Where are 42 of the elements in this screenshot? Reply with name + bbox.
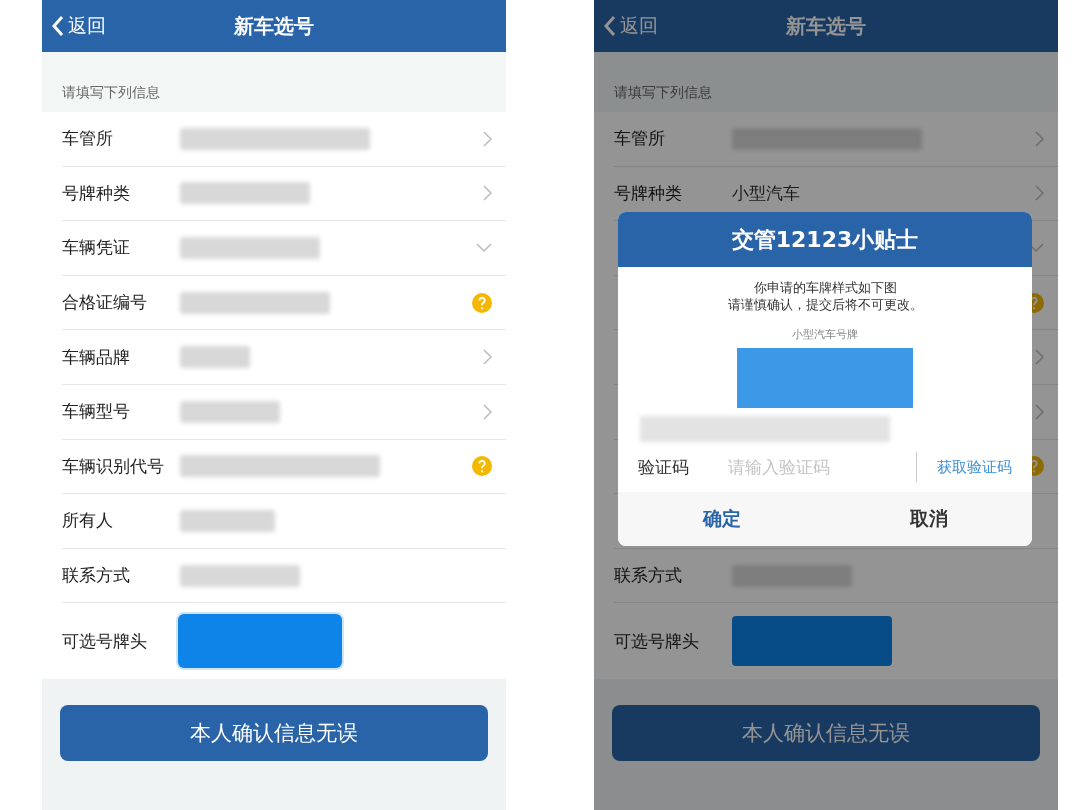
chevron-right-icon <box>1035 130 1044 147</box>
field-label: 可选号牌头 <box>614 629 700 653</box>
field-label: 合格证编号 <box>62 291 148 315</box>
field-label: 可选号牌头 <box>62 629 148 653</box>
field-label: 车管所 <box>62 127 114 151</box>
chevron-right-icon <box>1035 185 1044 202</box>
plate-caption: 小型汽车号牌 <box>792 327 858 342</box>
dialog-message: 你申请的车牌样式如下图 请谨慎确认，提交后将不可更改。 <box>727 279 923 313</box>
back-button[interactable]: 返回 <box>42 12 112 40</box>
back-chevron-icon <box>52 15 64 37</box>
page-title: 新车选号 <box>234 12 314 40</box>
field-label: 车管所 <box>614 127 666 151</box>
page-title: 新车选号 <box>786 12 866 40</box>
dialog-button[interactable]: 确定 <box>618 492 825 546</box>
field-label: 所有人 <box>62 509 114 533</box>
chevron-right-icon <box>483 403 492 420</box>
field-label: 车辆品牌 <box>62 345 131 369</box>
field-label: 号牌种类 <box>62 181 131 205</box>
field-value: 小型汽车 <box>732 181 801 205</box>
field-label: 号牌种类 <box>614 181 683 205</box>
section-label: 请填写下列信息 <box>62 84 160 102</box>
chevron-right-icon <box>1035 349 1044 366</box>
field-label: 车辆型号 <box>62 400 131 424</box>
chevron-right-icon <box>483 130 492 147</box>
confirm-button[interactable]: 本人确认信息无误 <box>612 705 1040 762</box>
back-chevron-icon <box>604 15 616 37</box>
code-label: 验证码 <box>638 455 690 479</box>
dialog-button[interactable]: 取消 <box>825 492 1032 546</box>
section-label: 请填写下列信息 <box>614 84 712 102</box>
chevron-down-icon <box>476 243 492 253</box>
back-button[interactable]: 返回 <box>594 12 664 40</box>
field-label: 车辆凭证 <box>62 236 131 260</box>
confirm-button[interactable]: 本人确认信息无误 <box>60 705 488 762</box>
field-label: 联系方式 <box>62 564 131 588</box>
field-label: 车辆识别代号 <box>62 454 165 478</box>
license-plate[interactable] <box>732 616 892 667</box>
chevron-right-icon <box>483 349 492 366</box>
chevron-right-icon <box>483 185 492 202</box>
chevron-right-icon <box>1035 403 1044 420</box>
field-label: 联系方式 <box>614 564 683 588</box>
get-code-link[interactable]: 获取验证码 <box>927 457 1012 477</box>
dialog-title: 交管12123小贴士 <box>618 212 1032 267</box>
